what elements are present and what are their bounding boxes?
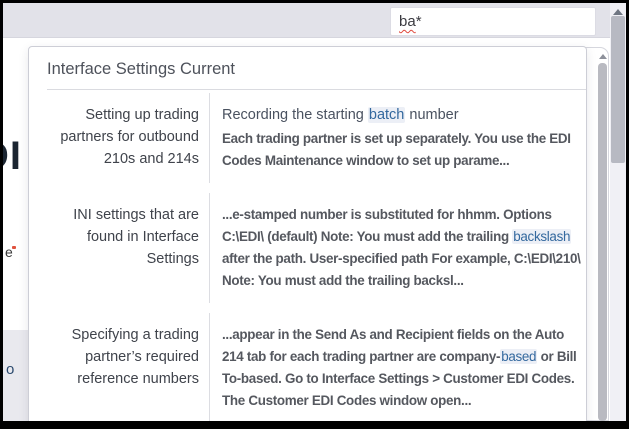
window-scrollbar-thumb[interactable]: [611, 16, 625, 163]
dropdown-title: Interface Settings Current: [29, 47, 586, 89]
search-term-highlight: backslash: [512, 229, 571, 244]
result-topic-title[interactable]: Setting up trading partners for outbound…: [47, 93, 209, 183]
result-title-link[interactable]: Recording the starting batch number: [222, 104, 581, 126]
result-snippet: ...e-stamped number is substituted for h…: [222, 204, 581, 292]
results-list: Setting up trading partners for outbound…: [29, 90, 586, 423]
search-result-row[interactable]: Specifying a trading partner’s required …: [47, 313, 586, 423]
background-red-mark: [12, 246, 16, 249]
toolbar: ba*: [3, 3, 610, 38]
window-frame-top: [0, 0, 629, 3]
result-body: Recording the starting batch numberEach …: [209, 93, 586, 183]
topic-scroll-up-icon[interactable]: [599, 54, 607, 59]
window-frame-left: [0, 0, 3, 429]
search-result-row[interactable]: Setting up trading partners for outbound…: [47, 93, 586, 183]
search-query-wildcard: *: [416, 13, 422, 30]
result-topic-title[interactable]: Specifying a trading partner’s required …: [47, 313, 209, 423]
background-page-fragments: DI e o: [3, 38, 28, 421]
search-query-text: ba: [399, 13, 416, 30]
scroll-up-icon[interactable]: [613, 9, 623, 15]
result-body: ...e-stamped number is substituted for h…: [209, 193, 586, 303]
help-window: ba* DI e o Interface Settings Current Se…: [0, 0, 629, 429]
search-result-row[interactable]: INI settings that are found in Interface…: [47, 193, 586, 303]
background-text-fragment-2: o: [6, 361, 14, 378]
result-snippet: ...appear in the Send As and Recipient f…: [222, 324, 581, 412]
result-topic-title[interactable]: INI settings that are found in Interface…: [47, 193, 209, 303]
window-frame-bottom: [0, 421, 629, 429]
window-scrollbar-track[interactable]: [610, 3, 626, 421]
result-snippet: Each trading partner is set up separatel…: [222, 128, 581, 172]
result-body: ...appear in the Send As and Recipient f…: [209, 313, 586, 423]
search-term-highlight: based: [500, 349, 537, 364]
background-gray-panel: o: [3, 330, 28, 421]
search-term-highlight: batch: [368, 107, 405, 123]
search-input[interactable]: ba*: [390, 7, 596, 36]
topic-scrollbar-thumb[interactable]: [598, 63, 607, 421]
search-results-dropdown: Interface Settings Current Setting up tr…: [28, 46, 587, 429]
background-heading-fragment: DI: [3, 134, 22, 178]
